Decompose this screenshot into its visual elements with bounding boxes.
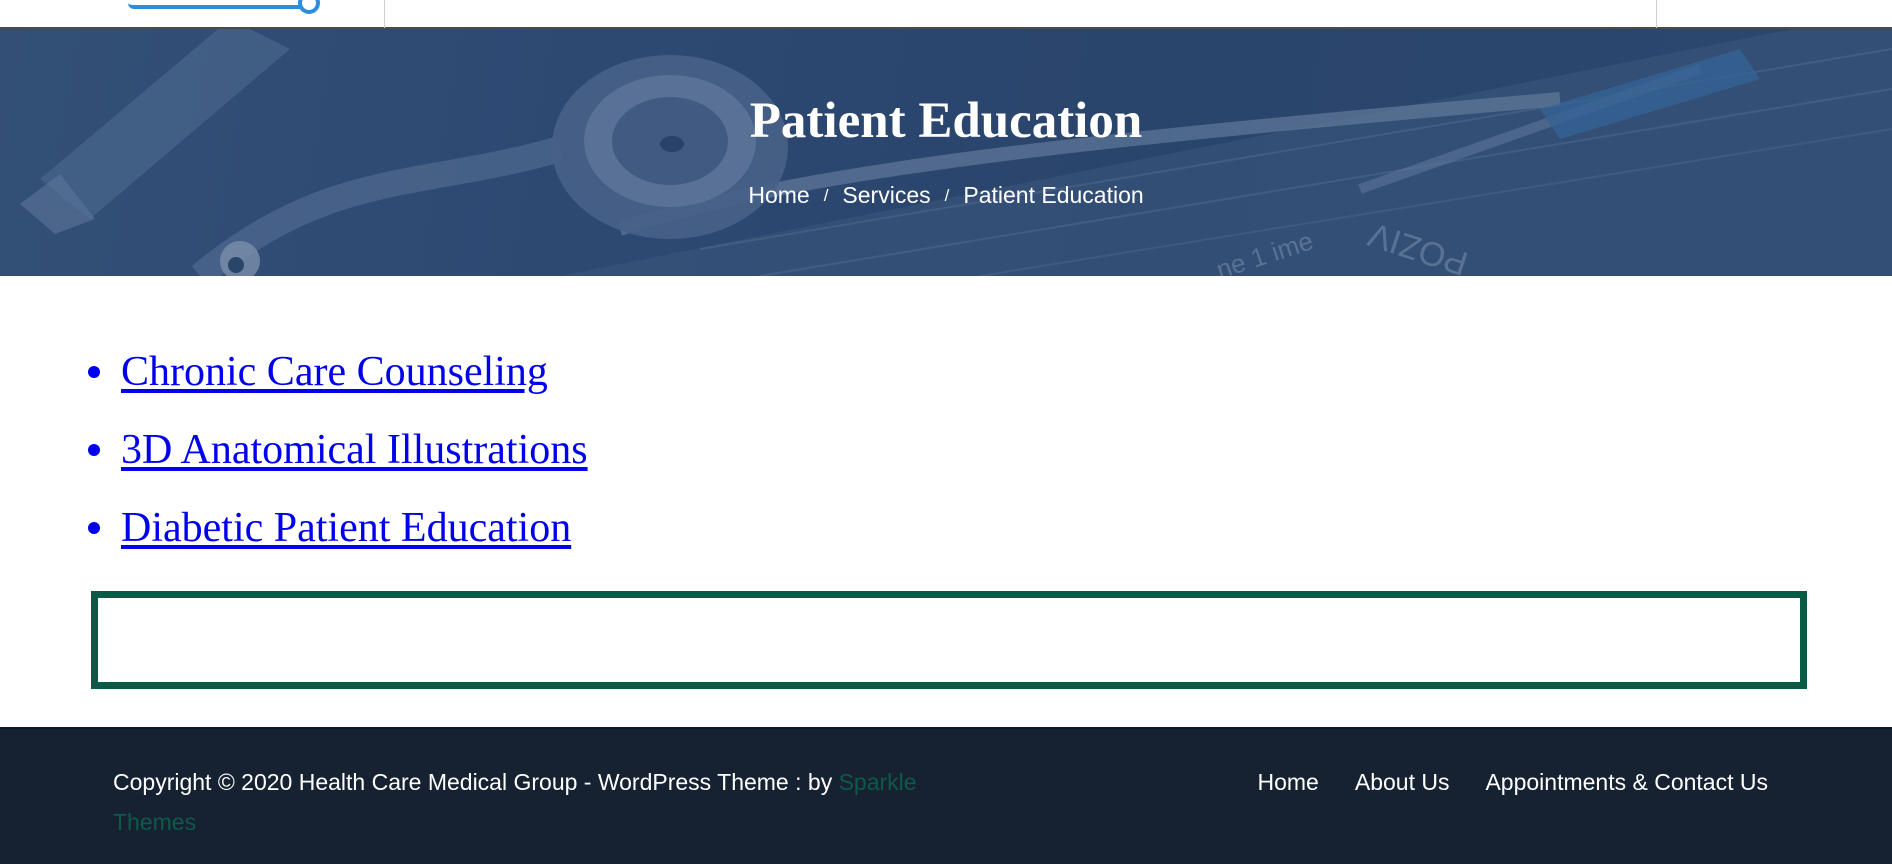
bullet-icon <box>88 444 100 456</box>
patient-education-list: Chronic Care Counseling 3D Anatomical Il… <box>88 333 588 567</box>
chronic-care-counseling-link[interactable]: Chronic Care Counseling <box>121 348 548 396</box>
header-divider <box>1656 0 1657 28</box>
list-item: Diabetic Patient Education <box>88 489 588 567</box>
breadcrumb: Home / Services / Patient Education <box>0 182 1892 209</box>
breadcrumb-separator: / <box>823 186 829 205</box>
empty-content-box <box>91 591 1807 689</box>
site-header <box>0 0 1892 29</box>
breadcrumb-separator: / <box>944 186 950 205</box>
list-item: Chronic Care Counseling <box>88 333 588 411</box>
footer-nav-about-us[interactable]: About Us <box>1355 762 1450 802</box>
breadcrumb-services-link[interactable]: Services <box>842 182 930 208</box>
site-logo[interactable] <box>128 0 318 9</box>
logo-mark-icon <box>298 0 320 14</box>
anatomical-illustrations-link[interactable]: 3D Anatomical Illustrations <box>121 426 588 474</box>
bullet-icon <box>88 366 100 378</box>
copyright-label: Copyright © 2020 Health Care Medical Gro… <box>113 769 839 795</box>
breadcrumb-current-page: Patient Education <box>963 182 1144 208</box>
bullet-icon <box>88 522 100 534</box>
footer-nav-appointments-contact[interactable]: Appointments & Contact Us <box>1485 762 1768 802</box>
page-banner: ne 1 ime POZIV Patient Education Home / Se… <box>0 29 1892 276</box>
header-divider <box>384 0 385 28</box>
list-item: 3D Anatomical Illustrations <box>88 411 588 489</box>
copyright-text: Copyright © 2020 Health Care Medical Gro… <box>113 762 943 842</box>
footer-nav: Home About Us Appointments & Contact Us <box>1258 762 1769 802</box>
site-footer: Copyright © 2020 Health Care Medical Gro… <box>0 727 1892 864</box>
banner-overlay <box>0 29 1892 276</box>
page-title: Patient Education <box>749 93 1143 149</box>
breadcrumb-home-link[interactable]: Home <box>748 182 809 208</box>
diabetic-patient-education-link[interactable]: Diabetic Patient Education <box>121 504 571 552</box>
footer-nav-home[interactable]: Home <box>1258 762 1319 802</box>
